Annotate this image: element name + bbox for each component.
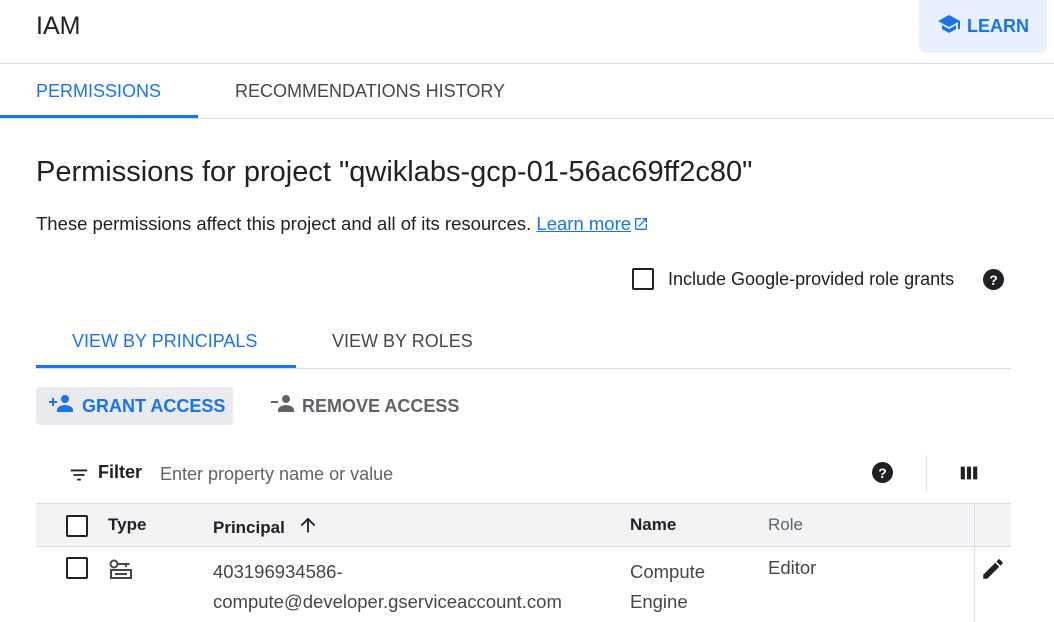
column-header-name[interactable]: Name — [630, 515, 676, 535]
person-add-icon — [48, 392, 76, 421]
help-icon[interactable]: ? — [983, 269, 1004, 290]
include-google-grants-label: Include Google-provided role grants — [668, 268, 955, 289]
tab-view-by-roles[interactable]: VIEW BY ROLES — [332, 314, 473, 369]
column-header-principal[interactable]: Principal — [213, 514, 319, 541]
top-tabs: PERMISSIONS RECOMMENDATIONS HISTORY — [0, 64, 1054, 119]
column-separator — [974, 547, 975, 622]
remove-access-button[interactable]: REMOVE ACCESS — [270, 387, 459, 425]
service-account-icon — [108, 558, 134, 585]
description-text: These permissions affect this project an… — [36, 213, 532, 234]
select-all-checkbox[interactable] — [66, 515, 88, 537]
learn-more-link[interactable]: Learn more — [536, 213, 631, 234]
grant-access-button[interactable]: GRANT ACCESS — [36, 387, 233, 425]
tab-view-by-principals[interactable]: VIEW BY PRINCIPALS — [72, 314, 257, 369]
filter-icon — [68, 464, 90, 491]
filter-divider — [926, 455, 927, 491]
grant-access-label: GRANT ACCESS — [82, 395, 226, 416]
learn-button-label: LEARN — [967, 16, 1029, 36]
column-separator — [974, 504, 975, 548]
page-title: Permissions for project "qwiklabs-gcp-01… — [36, 156, 753, 188]
tab-permissions[interactable]: PERMISSIONS — [36, 64, 161, 119]
tab-recommendations-history[interactable]: RECOMMENDATIONS HISTORY — [235, 64, 505, 119]
filter-label: Filter — [98, 462, 143, 482]
app-header: IAM LEARN — [0, 0, 1054, 64]
principal-line-1: 403196934586- — [213, 561, 343, 582]
column-display-icon[interactable] — [958, 462, 980, 489]
include-google-grants: Include Google-provided role grants — [632, 268, 954, 290]
edit-icon[interactable] — [980, 556, 1006, 587]
external-link-icon — [633, 215, 649, 237]
page-description: These permissions affect this project an… — [36, 213, 649, 237]
person-remove-icon — [270, 392, 296, 421]
active-view-tab-indicator — [36, 365, 296, 368]
iam-page: IAM LEARN PERMISSIONS RECOMMENDATIONS HI… — [0, 0, 1054, 622]
name-line-1: Compute — [630, 561, 706, 582]
school-icon — [937, 12, 961, 41]
remove-access-label: REMOVE ACCESS — [302, 395, 460, 416]
name-line-3: default — [630, 617, 740, 622]
row-name: Compute Engine default — [630, 557, 740, 622]
learn-button[interactable]: LEARN — [919, 0, 1047, 53]
page-header-title: IAM — [36, 12, 81, 40]
row-role: Editor — [768, 557, 817, 578]
table-row: 403196934586- compute@developer.gservice… — [36, 547, 1011, 622]
table-header: Type Principal Name Role — [36, 503, 1011, 548]
include-google-grants-checkbox[interactable] — [632, 268, 654, 290]
sort-ascending-icon — [297, 514, 319, 541]
row-checkbox[interactable] — [66, 557, 88, 579]
name-line-2: Engine — [630, 591, 688, 612]
filter-input[interactable] — [160, 457, 660, 491]
view-tabs: VIEW BY PRINCIPALS VIEW BY ROLES — [36, 314, 1011, 369]
principal-line-2: compute@developer.gserviceaccount.com — [213, 591, 562, 612]
active-tab-indicator — [0, 115, 198, 118]
filter-help-icon[interactable]: ? — [872, 462, 893, 483]
column-header-type[interactable]: Type — [108, 515, 146, 535]
row-principal: 403196934586- compute@developer.gservice… — [213, 557, 562, 617]
column-header-role[interactable]: Role — [768, 515, 803, 535]
column-header-principal-label: Principal — [213, 517, 285, 537]
filter-bar: Filter ? — [36, 447, 1011, 503]
